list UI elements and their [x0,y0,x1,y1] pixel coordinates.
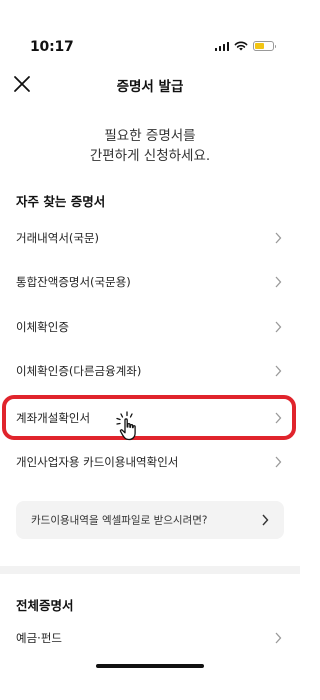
menu-item-label: 이체확인증 [16,320,69,334]
menu-item-label: 거래내역서(국문) [16,231,100,245]
chevron-right-icon [262,514,269,526]
chevron-right-icon [275,276,282,288]
menu-item-label: 계좌개설확인서 [16,411,91,425]
menu-item-label: 예금·펀드 [16,631,62,645]
page-title: 증명서 발급 [116,79,184,95]
cellular-signal-icon [214,41,229,51]
excel-download-banner[interactable]: 카드이용내역을 엑셀파일로 받으시려면? [16,501,284,539]
menu-item-label: 개인사업자용 카드이용내역확인서 [16,455,179,469]
section-title-all: 전체증명서 [16,598,74,613]
battery-icon [253,41,276,51]
section-title-frequent: 자주 찾는 증명서 [16,194,106,209]
wifi-icon [234,41,248,51]
intro-line-2: 간편하게 신청하세요. [89,148,211,164]
menu-item-transfer-confirmation-other[interactable]: 이체확인증(다른금융계좌) [0,349,300,393]
menu-item-transaction-history[interactable]: 거래내역서(국문) [0,216,300,260]
menu-item-label: 통합잔액증명서(국문용) [16,275,131,289]
menu-item-account-opening-confirmation[interactable]: 계좌개설확인서 [0,396,300,440]
chevron-right-icon [275,321,282,333]
status-bar: 10:17 [0,0,300,56]
nav-bar: 증명서 발급 [0,66,300,102]
menu-item-transfer-confirmation[interactable]: 이체확인증 [0,305,300,349]
menu-item-balance-certificate[interactable]: 통합잔액증명서(국문용) [0,260,300,304]
home-indicator [96,664,204,668]
chevron-right-icon [275,365,282,377]
chevron-right-icon [275,632,282,644]
status-icons [214,41,276,51]
chevron-right-icon [275,412,282,424]
menu-item-deposit-fund[interactable]: 예금·펀드 [0,616,300,660]
status-time: 10:17 [30,39,74,55]
banner-label: 카드이용내역을 엑셀파일로 받으시려면? [31,514,208,527]
menu-item-label: 이체확인증(다른금융계좌) [16,364,142,378]
chevron-right-icon [275,232,282,244]
chevron-right-icon [275,456,282,468]
section-divider [0,566,300,574]
intro-text: 필요한 증명서를 간편하게 신청하세요. [0,126,300,166]
intro-line-1: 필요한 증명서를 [104,128,196,144]
menu-item-business-card-usage[interactable]: 개인사업자용 카드이용내역확인서 [0,440,300,484]
